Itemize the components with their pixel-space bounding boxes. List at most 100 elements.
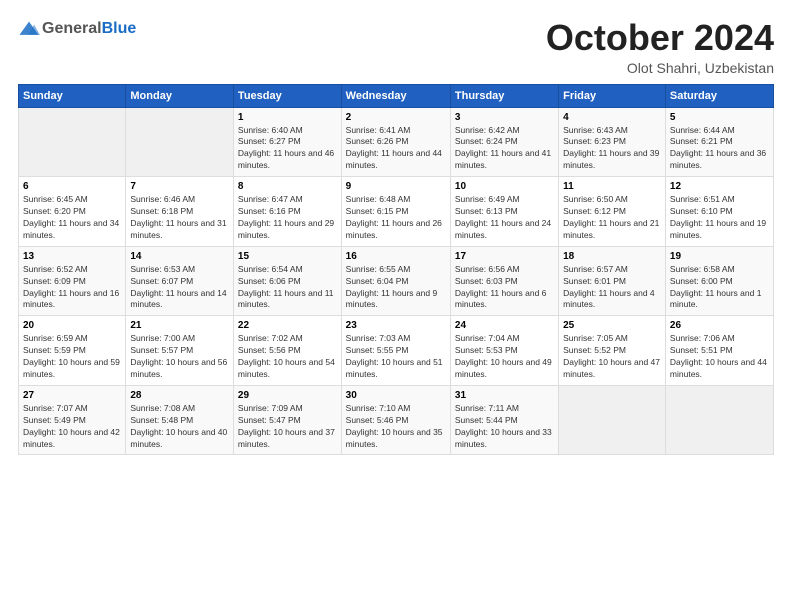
calendar-cell: 23 Sunrise: 7:03 AMSunset: 5:55 PMDayligh…: [341, 316, 450, 386]
day-number: 9: [346, 181, 446, 192]
day-info: Sunrise: 6:40 AMSunset: 6:27 PMDaylight:…: [238, 125, 337, 173]
day-info: Sunrise: 6:41 AMSunset: 6:26 PMDaylight:…: [346, 125, 446, 173]
day-number: 17: [455, 251, 554, 262]
logo-blue-text: Blue: [102, 20, 137, 38]
day-number: 7: [130, 181, 229, 192]
calendar-week-row: 27Sunrise: 7:07 AMSunset: 5:49 PMDayligh…: [19, 385, 774, 455]
calendar-cell: 3 Sunrise: 6:42 AMSunset: 6:24 PMDaylight…: [450, 107, 558, 177]
day-info: Sunrise: 6:57 AMSunset: 6:01 PMDaylight:…: [563, 264, 661, 312]
calendar-cell: 12 Sunrise: 6:51 AMSunset: 6:10 PMDayligh…: [665, 177, 773, 247]
day-number: 19: [670, 251, 769, 262]
calendar-cell: 16Sunrise: 6:55 AMSunset: 6:04 PMDayligh…: [341, 246, 450, 316]
day-info: Sunrise: 6:59 AMSunset: 5:59 PMDaylight:…: [23, 333, 121, 381]
col-sunday: Sunday: [19, 84, 126, 107]
day-info: Sunrise: 7:09 AMSunset: 5:47 PMDaylight:…: [238, 403, 337, 451]
day-info: Sunrise: 6:56 AMSunset: 6:03 PMDaylight:…: [455, 264, 554, 312]
calendar-cell: 1 Sunrise: 6:40 AMSunset: 6:27 PMDaylight…: [233, 107, 341, 177]
day-number: 23: [346, 320, 446, 331]
day-info: Sunrise: 7:06 AMSunset: 5:51 PMDaylight:…: [670, 333, 769, 381]
calendar-cell: [126, 107, 234, 177]
calendar-cell: 4 Sunrise: 6:43 AMSunset: 6:23 PMDaylight…: [559, 107, 666, 177]
calendar-cell: 31 Sunrise: 7:11 AMSunset: 5:44 PMDayligh…: [450, 385, 558, 455]
day-info: Sunrise: 6:52 AMSunset: 6:09 PMDaylight:…: [23, 264, 121, 312]
col-wednesday: Wednesday: [341, 84, 450, 107]
calendar-cell: [559, 385, 666, 455]
day-number: 10: [455, 181, 554, 192]
calendar-week-row: 6Sunrise: 6:45 AMSunset: 6:20 PMDaylight…: [19, 177, 774, 247]
day-number: 20: [23, 320, 121, 331]
day-number: 18: [563, 251, 661, 262]
calendar-cell: 28 Sunrise: 7:08 AMSunset: 5:48 PMDayligh…: [126, 385, 234, 455]
calendar-cell: 19 Sunrise: 6:58 AMSunset: 6:00 PMDayligh…: [665, 246, 773, 316]
day-info: Sunrise: 7:10 AMSunset: 5:46 PMDaylight:…: [346, 403, 446, 451]
day-number: 29: [238, 390, 337, 401]
calendar-body: 1 Sunrise: 6:40 AMSunset: 6:27 PMDaylight…: [19, 107, 774, 455]
calendar-cell: 7 Sunrise: 6:46 AMSunset: 6:18 PMDaylight…: [126, 177, 234, 247]
col-tuesday: Tuesday: [233, 84, 341, 107]
calendar-cell: 9 Sunrise: 6:48 AMSunset: 6:15 PMDaylight…: [341, 177, 450, 247]
day-info: Sunrise: 7:00 AMSunset: 5:57 PMDaylight:…: [130, 333, 229, 381]
day-number: 1: [238, 112, 337, 123]
calendar-cell: [665, 385, 773, 455]
calendar-cell: 5 Sunrise: 6:44 AMSunset: 6:21 PMDaylight…: [665, 107, 773, 177]
day-number: 16: [346, 251, 446, 262]
day-number: 25: [563, 320, 661, 331]
day-number: 31: [455, 390, 554, 401]
calendar-cell: 8Sunrise: 6:47 AMSunset: 6:16 PMDaylight…: [233, 177, 341, 247]
calendar-cell: 18 Sunrise: 6:57 AMSunset: 6:01 PMDayligh…: [559, 246, 666, 316]
day-info: Sunrise: 7:05 AMSunset: 5:52 PMDaylight:…: [563, 333, 661, 381]
day-info: Sunrise: 7:11 AMSunset: 5:44 PMDaylight:…: [455, 403, 554, 451]
day-info: Sunrise: 6:49 AMSunset: 6:13 PMDaylight:…: [455, 194, 554, 242]
day-info: Sunrise: 6:58 AMSunset: 6:00 PMDaylight:…: [670, 264, 769, 312]
calendar-cell: 26 Sunrise: 7:06 AMSunset: 5:51 PMDayligh…: [665, 316, 773, 386]
calendar-cell: 24 Sunrise: 7:04 AMSunset: 5:53 PMDayligh…: [450, 316, 558, 386]
day-info: Sunrise: 6:51 AMSunset: 6:10 PMDaylight:…: [670, 194, 769, 242]
calendar-cell: 13 Sunrise: 6:52 AMSunset: 6:09 PMDayligh…: [19, 246, 126, 316]
day-info: Sunrise: 6:42 AMSunset: 6:24 PMDaylight:…: [455, 125, 554, 173]
weekday-header-row: Sunday Monday Tuesday Wednesday Thursday…: [19, 84, 774, 107]
calendar-cell: 2 Sunrise: 6:41 AMSunset: 6:26 PMDaylight…: [341, 107, 450, 177]
day-number: 28: [130, 390, 229, 401]
day-number: 27: [23, 390, 121, 401]
month-title: October 2024: [546, 18, 774, 58]
day-number: 12: [670, 181, 769, 192]
logo-general-text: General: [42, 20, 102, 38]
day-info: Sunrise: 6:46 AMSunset: 6:18 PMDaylight:…: [130, 194, 229, 242]
day-info: Sunrise: 6:43 AMSunset: 6:23 PMDaylight:…: [563, 125, 661, 173]
col-saturday: Saturday: [665, 84, 773, 107]
day-info: Sunrise: 6:54 AMSunset: 6:06 PMDaylight:…: [238, 264, 337, 312]
calendar-cell: [19, 107, 126, 177]
day-info: Sunrise: 7:08 AMSunset: 5:48 PMDaylight:…: [130, 403, 229, 451]
day-info: Sunrise: 6:48 AMSunset: 6:15 PMDaylight:…: [346, 194, 446, 242]
day-number: 5: [670, 112, 769, 123]
day-number: 30: [346, 390, 446, 401]
calendar-cell: 20 Sunrise: 6:59 AMSunset: 5:59 PMDayligh…: [19, 316, 126, 386]
calendar-week-row: 20 Sunrise: 6:59 AMSunset: 5:59 PMDayligh…: [19, 316, 774, 386]
calendar-cell: 25 Sunrise: 7:05 AMSunset: 5:52 PMDayligh…: [559, 316, 666, 386]
day-number: 15: [238, 251, 337, 262]
day-number: 4: [563, 112, 661, 123]
day-info: Sunrise: 7:03 AMSunset: 5:55 PMDaylight:…: [346, 333, 446, 381]
calendar-cell: 21 Sunrise: 7:00 AMSunset: 5:57 PMDayligh…: [126, 316, 234, 386]
calendar-cell: 27Sunrise: 7:07 AMSunset: 5:49 PMDayligh…: [19, 385, 126, 455]
day-number: 22: [238, 320, 337, 331]
col-monday: Monday: [126, 84, 234, 107]
day-number: 21: [130, 320, 229, 331]
day-info: Sunrise: 6:50 AMSunset: 6:12 PMDaylight:…: [563, 194, 661, 242]
calendar-table: Sunday Monday Tuesday Wednesday Thursday…: [18, 84, 774, 456]
day-number: 14: [130, 251, 229, 262]
day-info: Sunrise: 6:47 AMSunset: 6:16 PMDaylight:…: [238, 194, 337, 242]
day-info: Sunrise: 6:44 AMSunset: 6:21 PMDaylight:…: [670, 125, 769, 173]
day-number: 2: [346, 112, 446, 123]
day-info: Sunrise: 7:04 AMSunset: 5:53 PMDaylight:…: [455, 333, 554, 381]
col-friday: Friday: [559, 84, 666, 107]
day-number: 26: [670, 320, 769, 331]
logo: GeneralBlue: [18, 18, 136, 40]
page-header: GeneralBlue October 2024 Olot Shahri, Uz…: [18, 18, 774, 76]
day-number: 3: [455, 112, 554, 123]
calendar-cell: 6Sunrise: 6:45 AMSunset: 6:20 PMDaylight…: [19, 177, 126, 247]
day-number: 24: [455, 320, 554, 331]
day-number: 13: [23, 251, 121, 262]
day-number: 11: [563, 181, 661, 192]
col-thursday: Thursday: [450, 84, 558, 107]
